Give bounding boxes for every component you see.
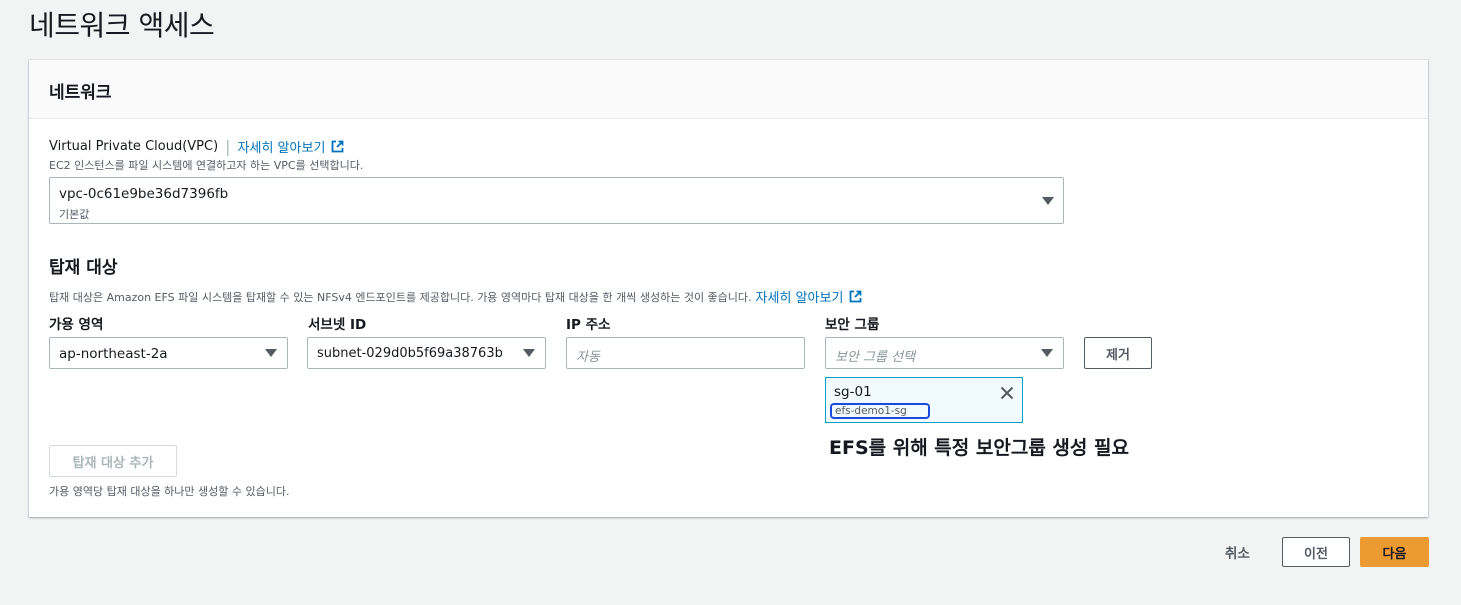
vpc-label-row: Virtual Private Cloud(VPC) | 자세히 알아보기 [49,137,344,156]
caret-down-icon [1041,349,1053,357]
ip-placeholder: 자동 [576,350,600,365]
caret-down-icon [1042,197,1054,205]
az-select[interactable]: ap-northeast-2a [49,337,288,369]
az-value: ap-northeast-2a [59,346,168,362]
vpc-value: vpc-0c61e9be36d7396fb [59,186,229,202]
mount-targets-learn-more-link[interactable]: 자세히 알아보기 [756,287,863,306]
annotation-note: EFS를 위해 특정 보안그룹 생성 필요 [829,437,1129,459]
mount-targets-description-row: 탑재 대상은 Amazon EFS 파일 시스템을 탑재할 수 있는 NFSv4… [49,287,862,306]
caret-down-icon [523,349,535,357]
mount-target-footnote: 가용 영역당 탑재 대상을 하나만 생성할 수 있습니다. [49,485,290,498]
ip-address-input[interactable]: 자동 [566,337,805,369]
divider: | [225,137,231,156]
mount-targets-title: 탑재 대상 [49,258,118,278]
learn-more-text: 자세히 알아보기 [755,291,844,306]
next-button[interactable]: 다음 [1360,537,1429,567]
security-group-select[interactable]: 보안 그룹 선택 [825,337,1064,369]
column-header-security-group: 보안 그룹 [825,317,880,333]
column-header-subnet: 서브넷 ID [308,317,367,333]
vpc-learn-more-link[interactable]: 자세히 알아보기 [238,137,345,156]
vpc-description: EC2 인스턴스를 파일 시스템에 연결하고자 하는 VPC를 선택합니다. [49,159,364,172]
previous-button[interactable]: 이전 [1282,537,1350,567]
vpc-select[interactable]: vpc-0c61e9be36d7396fb 기본값 [49,177,1064,224]
panel-header: 네트워크 [29,60,1428,119]
external-link-icon [850,290,862,303]
network-panel: 네트워크 Virtual Private Cloud(VPC) | 자세히 알아… [29,60,1428,517]
cancel-button[interactable]: 취소 [1225,542,1250,562]
panel-title: 네트워크 [49,83,112,103]
column-header-az: 가용 영역 [49,317,104,333]
security-group-placeholder: 보안 그룹 선택 [835,350,916,365]
caret-down-icon [265,349,277,357]
token-description: efs-demo1-sg [830,403,930,419]
close-icon[interactable] [1000,386,1014,400]
vpc-label: Virtual Private Cloud(VPC) [49,139,219,154]
mount-targets-description: 탑재 대상은 Amazon EFS 파일 시스템을 탑재할 수 있는 NFSv4… [49,290,752,304]
subnet-select[interactable]: subnet-029d0b5f69a38763b [307,337,546,369]
page-title: 네트워크 액세스 [29,9,215,42]
column-header-ip: IP 주소 [566,317,611,333]
external-link-icon [332,140,344,153]
add-mount-target-button[interactable]: 탑재 대상 추가 [49,445,177,477]
vpc-sublabel: 기본값 [59,208,90,221]
subnet-value: subnet-029d0b5f69a38763b [317,346,503,361]
token-name: sg-01 [834,384,872,400]
remove-button[interactable]: 제거 [1084,337,1152,369]
learn-more-text: 자세히 알아보기 [237,141,326,156]
security-group-token: sg-01 efs-demo1-sg [825,377,1023,423]
